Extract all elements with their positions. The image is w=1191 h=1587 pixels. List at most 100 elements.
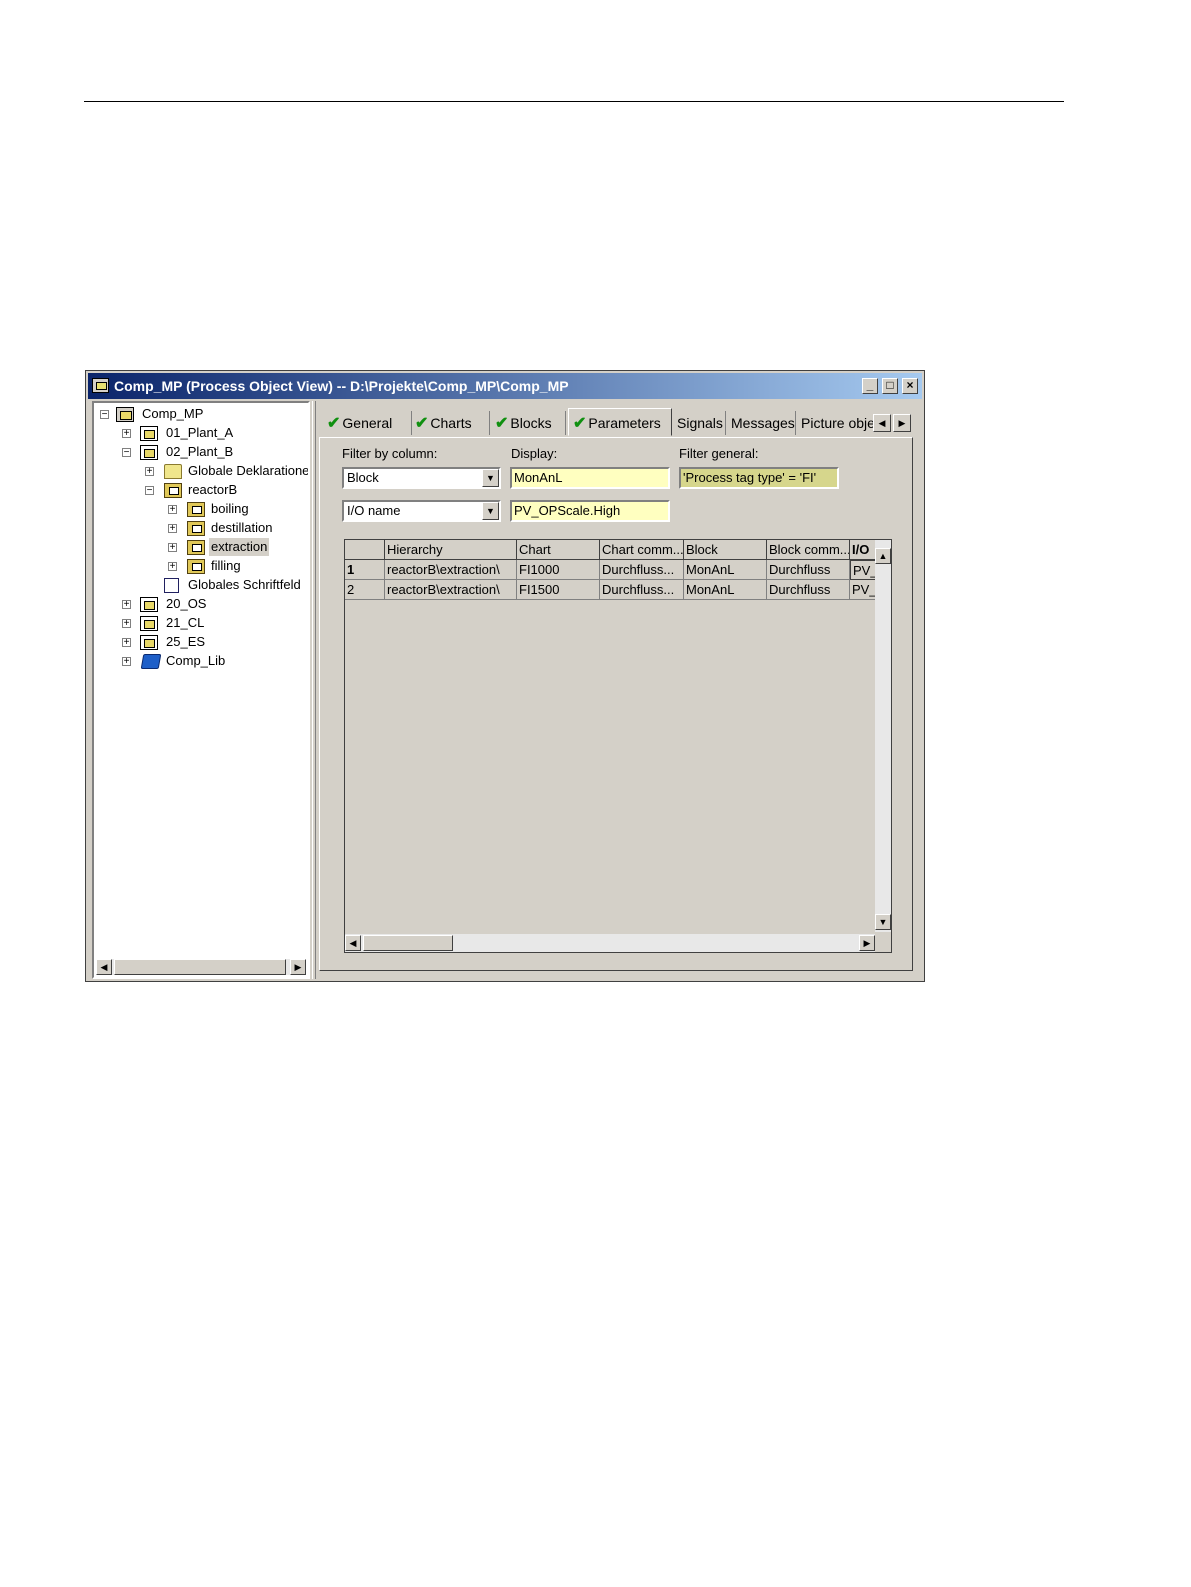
station-icon [140, 616, 158, 631]
filter-column-select-1[interactable]: Block ▼ [342, 467, 501, 489]
tab-blocks[interactable]: ✔ Blocks [495, 411, 566, 435]
table-cell[interactable]: Durchfluss... [600, 580, 684, 600]
table-header-chart[interactable]: Chart [517, 540, 600, 560]
expand-icon[interactable]: + [168, 524, 177, 534]
table-header-io[interactable]: I/O [850, 540, 878, 560]
tree-item-os[interactable]: + 20_OS [94, 595, 308, 613]
checkmark-icon: ✔ [415, 415, 429, 432]
station-icon [140, 597, 158, 612]
tree-item-plant-b[interactable]: − 02_Plant_B [94, 443, 308, 461]
table-cell[interactable]: MonAnL [684, 560, 767, 580]
tree-label-selected: extraction [209, 538, 270, 556]
tree-item-es[interactable]: + 25_ES [94, 633, 308, 651]
tab-label: Parameters [588, 415, 661, 431]
table-row-1-number[interactable]: 1 [345, 560, 385, 580]
scroll-right-button[interactable]: ▶ [859, 935, 875, 951]
table-header-block-comment[interactable]: Block comm... [767, 540, 850, 560]
table-cell[interactable]: FI1500 [517, 580, 600, 600]
display-value-field-2[interactable]: PV_OPScale.High [510, 500, 670, 522]
hierarchy-folder-icon [187, 502, 205, 517]
table-header-block[interactable]: Block [684, 540, 767, 560]
tree-item-globale-deklarationen[interactable]: + Globale Deklarationen [94, 462, 308, 480]
expand-icon[interactable]: + [122, 600, 131, 610]
scroll-left-button[interactable]: ◀ [96, 959, 112, 975]
tree-item-reactor-b[interactable]: − reactorB [94, 481, 308, 499]
table-header-hierarchy[interactable]: Hierarchy [385, 540, 517, 560]
collapse-icon[interactable]: − [100, 410, 109, 420]
table-cell[interactable]: Durchfluss... [600, 560, 684, 580]
tree-horizontal-scrollbar[interactable]: ◀ ▶ [96, 959, 306, 975]
table-cell[interactable]: FI1000 [517, 560, 600, 580]
tree-item-boiling[interactable]: + boiling [94, 500, 308, 518]
scroll-thumb[interactable] [114, 959, 286, 975]
tree-item-filling[interactable]: + filling [94, 557, 308, 575]
tree-label: filling [211, 558, 241, 573]
chevron-down-icon[interactable]: ▼ [482, 502, 499, 520]
chevron-down-icon[interactable]: ▼ [482, 469, 499, 487]
tab-scroll-left-button[interactable]: ◀ [873, 414, 891, 432]
tab-general[interactable]: ✔ General [327, 411, 412, 435]
tab-scroll-right-button[interactable]: ▶ [893, 414, 911, 432]
maximize-button[interactable]: □ [882, 378, 898, 394]
tree-item-extraction[interactable]: + extraction [94, 538, 308, 556]
minimize-button[interactable]: _ [862, 378, 878, 394]
title-bar[interactable]: Comp_MP (Process Object View) -- D:\Proj… [88, 373, 922, 399]
table-cell-selected[interactable]: PV_ [850, 560, 878, 580]
tab-charts[interactable]: ✔ Charts [415, 411, 490, 435]
expand-icon[interactable]: + [168, 505, 177, 515]
filter-column-select-2[interactable]: I/O name ▼ [342, 500, 501, 522]
scroll-down-button[interactable]: ▼ [875, 914, 891, 930]
expand-icon[interactable]: + [122, 619, 131, 629]
table-cell[interactable]: reactorB\extraction\ [385, 560, 517, 580]
scroll-right-button[interactable]: ▶ [290, 959, 306, 975]
tab-parameters[interactable]: ✔ Parameters [568, 408, 672, 436]
table-cell[interactable]: reactorB\extraction\ [385, 580, 517, 600]
table-cell[interactable]: MonAnL [684, 580, 767, 600]
tab-label: Blocks [510, 415, 552, 431]
project-tree: − Comp_MP + 01_Plant_A − 02_Plant_B + Gl… [92, 401, 310, 979]
tree-item-comp-lib[interactable]: + Comp_Lib [94, 652, 308, 670]
tab-signals[interactable]: Signals [677, 411, 726, 435]
table-cell[interactable]: Durchfluss [767, 580, 850, 600]
table-header-rownum[interactable] [345, 540, 385, 560]
expand-icon[interactable]: + [168, 543, 177, 553]
pane-splitter[interactable] [312, 401, 316, 979]
parameters-table: Hierarchy Chart Chart comm... Block Bloc… [344, 539, 892, 953]
scroll-up-button[interactable]: ▲ [875, 548, 891, 564]
table-header-chart-comment[interactable]: Chart comm... [600, 540, 684, 560]
tree-item-schriftfeld[interactable]: Globales Schriftfeld [94, 576, 308, 594]
expand-icon[interactable]: + [145, 467, 154, 477]
process-object-view-window: Comp_MP (Process Object View) -- D:\Proj… [85, 370, 925, 982]
scroll-left-button[interactable]: ◀ [345, 935, 361, 951]
tab-label: Charts [430, 415, 472, 431]
checkmark-icon: ✔ [327, 415, 341, 432]
tree-item-destillation[interactable]: + destillation [94, 519, 308, 537]
tab-label: Signals [677, 415, 723, 431]
tab-messages[interactable]: Messages [731, 411, 796, 435]
tree-label: Globale Deklarationen [188, 463, 308, 478]
table-cell[interactable]: Durchfluss [767, 560, 850, 580]
document-icon [164, 578, 179, 593]
display-value-field-1[interactable]: MonAnL [510, 467, 670, 489]
expand-icon[interactable]: + [122, 429, 131, 439]
tree-item-cl[interactable]: + 21_CL [94, 614, 308, 632]
expand-icon[interactable]: + [122, 638, 131, 648]
tab-picture-objects[interactable]: Picture objec [801, 411, 873, 435]
filter-general-field[interactable]: 'Process tag type' = 'FI' [679, 467, 839, 489]
expand-icon[interactable]: + [168, 562, 177, 572]
collapse-icon[interactable]: − [145, 486, 154, 496]
table-cell[interactable]: PV_ [850, 580, 878, 600]
station-icon [140, 635, 158, 650]
folder-icon [164, 464, 182, 479]
expand-icon[interactable]: + [122, 657, 131, 667]
table-vertical-scrollbar[interactable]: ▲ ▼ [875, 540, 891, 932]
plant-icon [140, 445, 158, 460]
table-row-2-number[interactable]: 2 [345, 580, 385, 600]
tab-label: Messages [731, 415, 795, 431]
collapse-icon[interactable]: − [122, 448, 131, 458]
tree-item-plant-a[interactable]: + 01_Plant_A [94, 424, 308, 442]
table-horizontal-scrollbar[interactable]: ◀ ▶ [345, 934, 875, 952]
close-button[interactable]: × [902, 378, 918, 394]
tree-item-comp-mp[interactable]: − Comp_MP [94, 405, 308, 423]
scroll-thumb[interactable] [363, 935, 453, 951]
